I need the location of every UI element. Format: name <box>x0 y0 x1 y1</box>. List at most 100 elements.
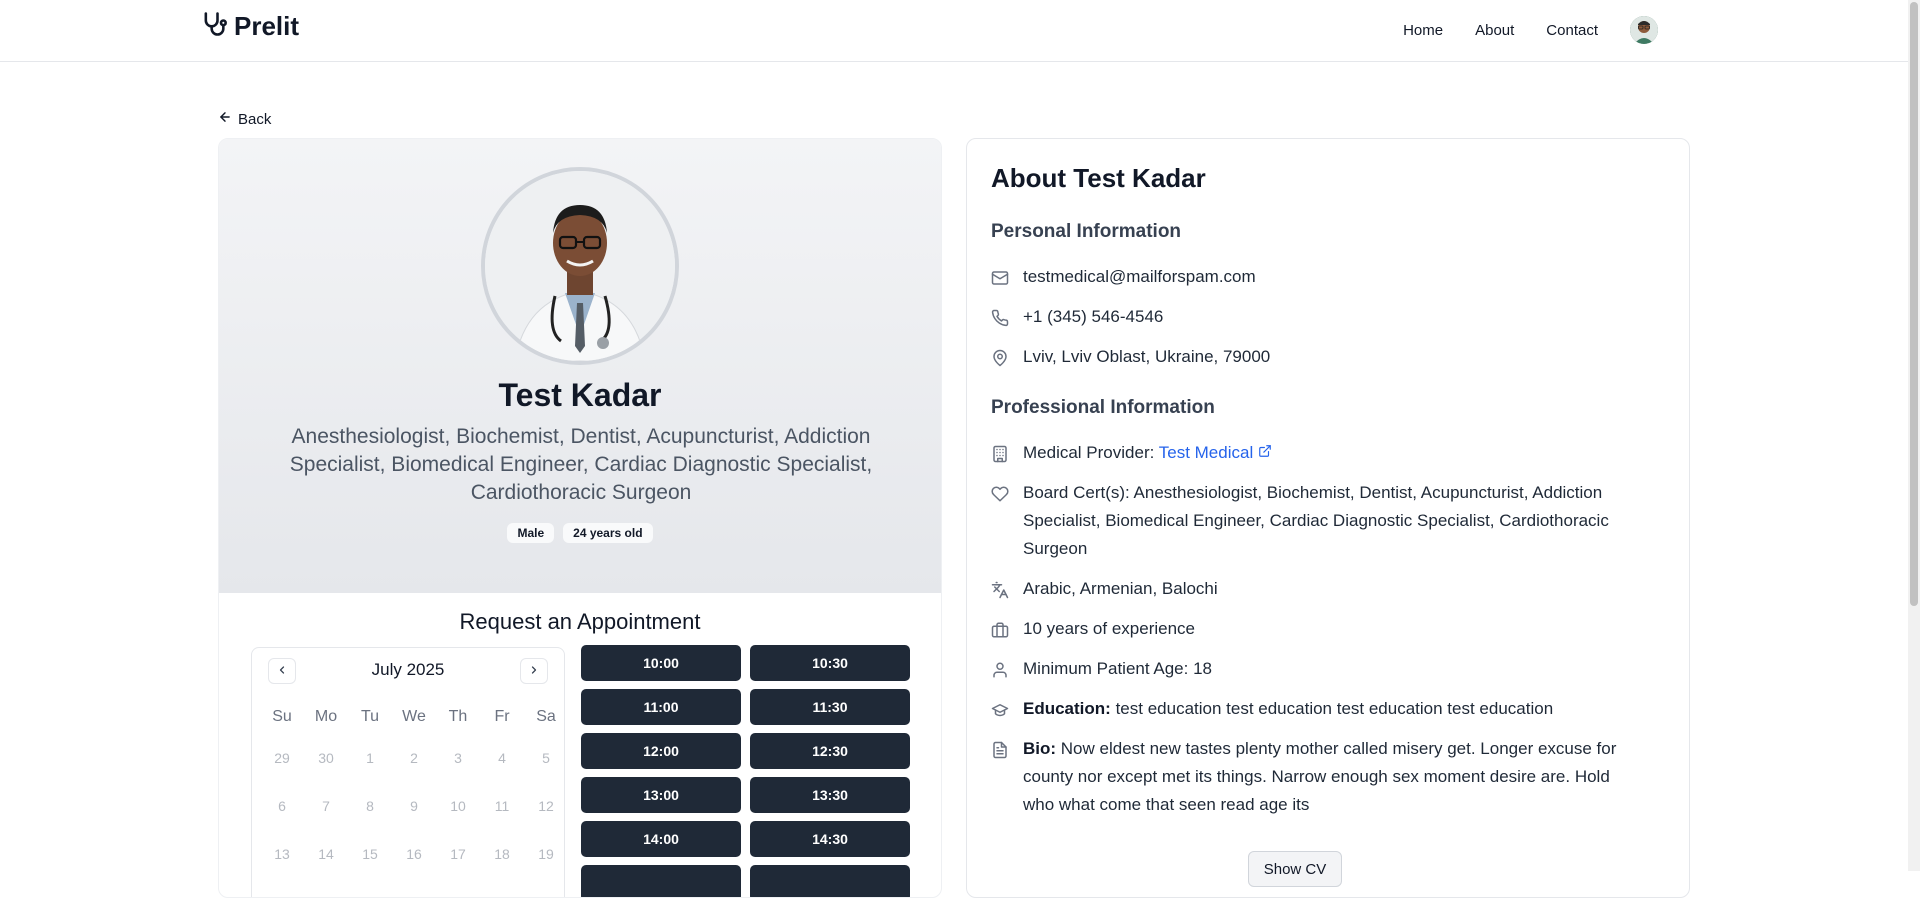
calendar-day[interactable]: 9 <box>392 782 436 830</box>
age-badge: 24 years old <box>563 523 653 543</box>
phone-row: +1 (345) 546-4546 <box>991 303 1631 336</box>
calendar-day[interactable]: 8 <box>348 782 392 830</box>
back-label: Back <box>238 110 272 128</box>
provider-link[interactable]: Test Medical <box>1159 443 1272 462</box>
weekday-label: Mo <box>314 708 338 725</box>
building-icon <box>991 439 1009 472</box>
calendar-day[interactable]: 1 <box>348 734 392 782</box>
show-cv-button[interactable]: Show CV <box>1248 851 1342 887</box>
weekday-label: Sa <box>536 708 556 725</box>
doctor-photo <box>481 167 679 365</box>
calendar-day[interactable]: 2 <box>392 734 436 782</box>
main-nav: Home About Contact <box>1403 16 1658 44</box>
email-row: testmedical@mailforspam.com <box>991 263 1631 296</box>
doctor-name: Test Kadar <box>498 377 662 413</box>
board-certs-row: Board Cert(s): Anesthesiologist, Biochem… <box>991 479 1631 563</box>
board-certs-text: Board Cert(s): Anesthesiologist, Biochem… <box>1023 483 1609 558</box>
profile-hero: Test Kadar Anesthesiologist, Biochemist,… <box>219 139 941 593</box>
scrollbar-thumb[interactable] <box>1910 2 1918 606</box>
time-slot-button[interactable] <box>750 865 910 897</box>
appointment-title: Request an Appointment <box>459 609 701 634</box>
calendar-day[interactable]: 6 <box>260 782 304 830</box>
email-text: testmedical@mailforspam.com <box>1023 267 1256 286</box>
arrow-left-icon <box>218 110 232 128</box>
time-slot-button[interactable]: 14:00 <box>581 821 741 857</box>
calendar-day[interactable]: 5 <box>524 734 568 782</box>
weekday-label: Su <box>272 708 292 725</box>
bio-label: Bio: <box>1023 739 1057 758</box>
about-card: About Test Kadar Personal Information te… <box>966 138 1690 898</box>
time-slots: 10:00 10:30 11:00 11:30 12:00 12:30 13:0… <box>581 645 911 897</box>
time-slot-button[interactable]: 13:30 <box>750 777 910 813</box>
professional-info-heading: Professional Information <box>991 397 1215 418</box>
min-age-text: Minimum Patient Age: 18 <box>1023 659 1212 678</box>
time-slot-button[interactable]: 13:00 <box>581 777 741 813</box>
weekday-label: Fr <box>494 708 510 725</box>
experience-row: 10 years of experience <box>991 615 1631 648</box>
weekday-label: Th <box>448 708 468 725</box>
appointment-calendar: July 2025 Su Mo Tu We Th Fr Sa 29 30 1 2… <box>251 647 565 897</box>
doctor-profile-card: Test Kadar Anesthesiologist, Biochemist,… <box>218 138 942 898</box>
calendar-grid: Su Mo Tu We Th Fr Sa 29 30 1 2 3 4 5 6 7… <box>260 700 556 878</box>
user-icon <box>991 655 1009 688</box>
time-slot-button[interactable]: 14:30 <box>750 821 910 857</box>
mail-icon <box>991 263 1009 296</box>
calendar-day[interactable]: 3 <box>436 734 480 782</box>
provider-label: Medical Provider: <box>1023 443 1155 462</box>
heart-icon <box>991 479 1009 512</box>
nav-contact[interactable]: Contact <box>1546 22 1598 39</box>
personal-info-heading: Personal Information <box>991 221 1182 242</box>
location-text: Lviv, Lviv Oblast, Ukraine, 79000 <box>1023 347 1271 366</box>
calendar-day[interactable]: 12 <box>524 782 568 830</box>
calendar-next-button[interactable] <box>520 658 548 684</box>
back-button[interactable]: Back <box>218 110 271 128</box>
external-link-icon <box>1258 443 1272 462</box>
calendar-day[interactable]: 4 <box>480 734 524 782</box>
time-slot-button[interactable]: 12:00 <box>581 733 741 769</box>
education-text: test education test education test educa… <box>1115 699 1554 718</box>
doctor-specialties: Anesthesiologist, Biochemist, Dentist, A… <box>289 425 873 504</box>
calendar-month: July 2025 <box>371 660 445 679</box>
weekday-label: Tu <box>360 708 380 725</box>
location-row: Lviv, Lviv Oblast, Ukraine, 79000 <box>991 343 1631 376</box>
chevron-right-icon <box>528 664 540 679</box>
calendar-day[interactable]: 10 <box>436 782 480 830</box>
calendar-day[interactable]: 30 <box>304 734 348 782</box>
languages-icon <box>991 575 1009 608</box>
calendar-day[interactable]: 7 <box>304 782 348 830</box>
nav-about[interactable]: About <box>1475 22 1514 39</box>
provider-link-text: Test Medical <box>1158 443 1254 462</box>
logo-text: Prelit <box>234 11 300 41</box>
education-label: Education: <box>1023 699 1111 718</box>
languages-row: Arabic, Armenian, Balochi <box>991 575 1631 608</box>
experience-text: 10 years of experience <box>1023 619 1195 638</box>
calendar-day[interactable]: 29 <box>260 734 304 782</box>
file-text-icon <box>991 735 1009 768</box>
page-scrollbar[interactable] <box>1908 0 1920 871</box>
phone-text: +1 (345) 546-4546 <box>1023 307 1164 326</box>
calendar-day[interactable]: 11 <box>480 782 524 830</box>
time-slot-button[interactable] <box>581 865 741 897</box>
user-avatar[interactable] <box>1630 16 1658 44</box>
education-row: Education: test education test education… <box>991 695 1631 728</box>
time-slot-button[interactable]: 12:30 <box>750 733 910 769</box>
time-slot-button[interactable]: 10:30 <box>750 645 910 681</box>
top-navbar: Prelit Home About Contact <box>0 0 1908 62</box>
gender-badge: Male <box>507 523 555 543</box>
about-title: About Test Kadar <box>991 163 1206 193</box>
graduation-cap-icon <box>991 695 1009 728</box>
nav-home[interactable]: Home <box>1403 22 1443 39</box>
briefcase-icon <box>991 615 1009 648</box>
stethoscope-icon <box>200 10 228 43</box>
weekday-label: We <box>402 708 426 725</box>
min-age-row: Minimum Patient Age: 18 <box>991 655 1631 688</box>
profile-badges: Male 24 years old <box>219 523 941 543</box>
time-slot-button[interactable]: 11:00 <box>581 689 741 725</box>
time-slot-button[interactable]: 11:30 <box>750 689 910 725</box>
time-slot-button[interactable]: 10:00 <box>581 645 741 681</box>
bio-row: Bio: Now eldest new tastes plenty mother… <box>991 735 1631 819</box>
phone-icon <box>991 303 1009 336</box>
bio-text: Now eldest new tastes plenty mother call… <box>1023 739 1617 814</box>
logo[interactable]: Prelit <box>200 10 299 43</box>
provider-row: Medical Provider: Test Medical <box>991 439 1631 472</box>
